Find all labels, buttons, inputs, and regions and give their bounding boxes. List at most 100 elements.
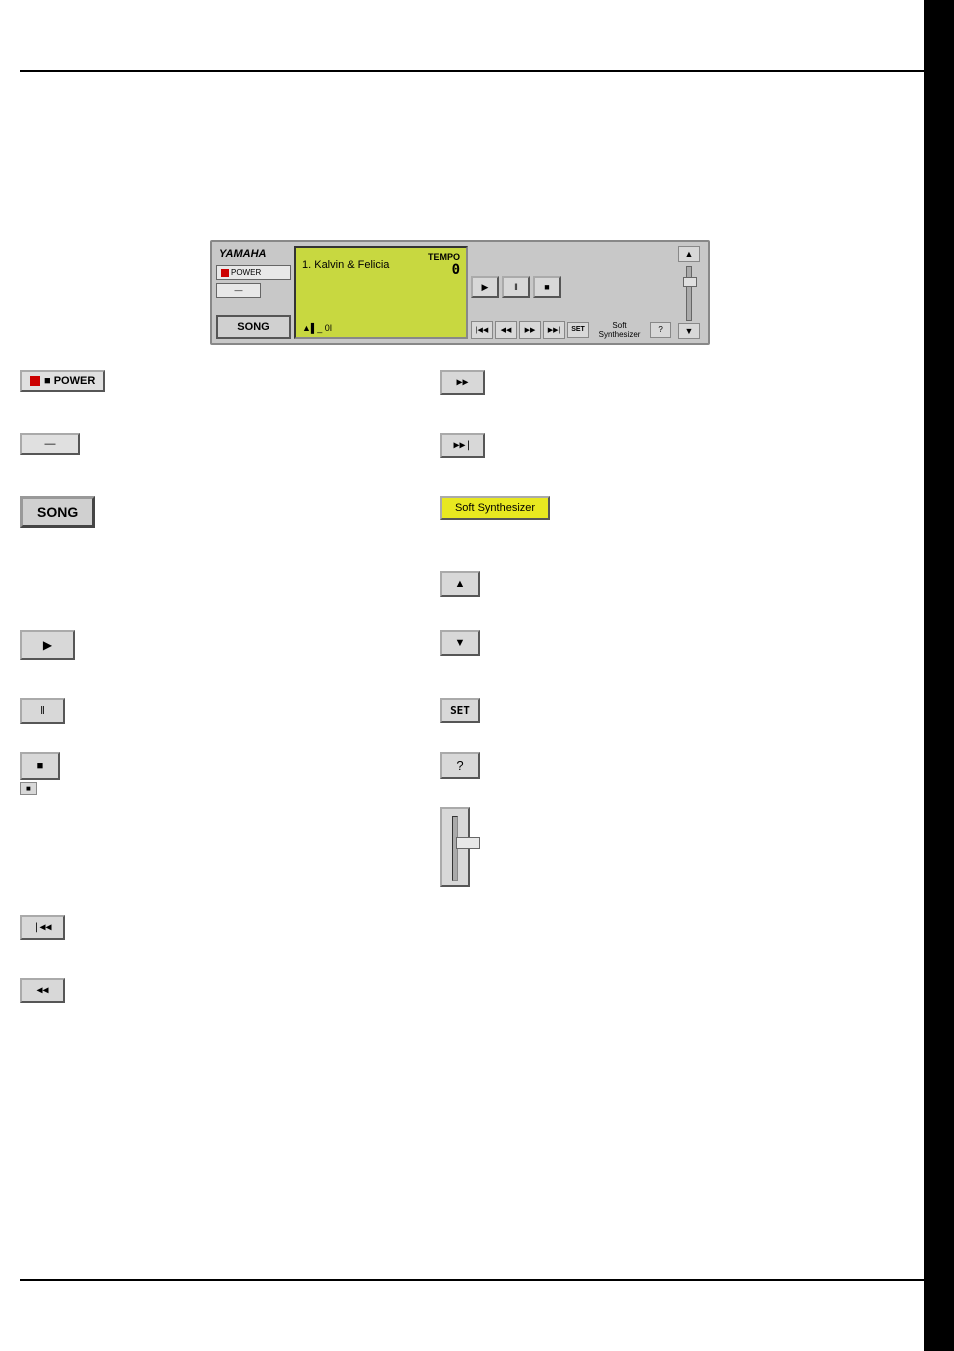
controls-top: ▶ ‖ ■ (471, 246, 671, 298)
legend-ff-item: ▶▶ (440, 370, 914, 395)
device-up-button[interactable]: ▲ (678, 246, 700, 262)
play-icon: ▶ (482, 282, 489, 293)
rew-icon: ◀◀ (501, 326, 512, 334)
legend-power-button[interactable]: ■ POWER (20, 370, 105, 392)
legend-power-item: ■ POWER (20, 370, 440, 392)
legend-dash-label: — (45, 438, 56, 450)
lcd-tempo-label: TEMPO (428, 252, 460, 262)
set-label: SET (571, 326, 585, 333)
top-rule (20, 70, 924, 72)
legend-up-item: ▲ (440, 571, 914, 597)
volume-track (686, 266, 692, 321)
slider-thumb[interactable] (456, 837, 480, 849)
legend-song-item: SONG (20, 496, 440, 528)
stop-icon-legend: ■ (37, 760, 44, 772)
volume-thumb[interactable] (683, 277, 697, 287)
help-icon: ? (658, 325, 662, 334)
device-dash-button[interactable]: — (216, 283, 261, 298)
down-icon-legend: ▼ (455, 637, 466, 649)
device-rew-button[interactable]: ◀◀ (495, 321, 517, 339)
device-song-button[interactable]: SONG (216, 315, 291, 339)
device-dash-label: — (235, 286, 243, 295)
legend-set-area: SET (440, 698, 914, 742)
legend-down-item: ▼ (440, 630, 914, 656)
legend-power-area: ■ POWER (20, 370, 440, 413)
device-controls: ▶ ‖ ■ |◀◀ ◀◀ ▶▶ (471, 246, 671, 339)
device-to-start-button[interactable]: |◀◀ (471, 321, 493, 339)
rew-icon-legend: ◀◀ (36, 985, 48, 996)
device-ff-button[interactable]: ▶▶ (519, 321, 541, 339)
lcd-tempo-area: TEMPO 0 (428, 252, 460, 278)
bottom-rule (20, 1279, 924, 1281)
soft-synth-label: Soft Synthesizer (592, 321, 647, 339)
lcd-bottom-row: ▲▌_ 0ǀ (302, 323, 460, 333)
device-play-button[interactable]: ▶ (471, 276, 499, 298)
legend-dash-button[interactable]: — (20, 433, 80, 455)
legend-power-label: ■ POWER (44, 375, 95, 387)
to-end-icon: ▶▶| (548, 326, 561, 334)
legend-play-button[interactable]: ▶ (20, 630, 75, 660)
pause-icon: ‖ (514, 282, 518, 292)
legend-soft-synth-item: Soft Synthesizer (440, 496, 914, 520)
slider-track (452, 816, 458, 881)
mini-stop-indicator[interactable]: ■ (20, 782, 37, 795)
device-to-end-button[interactable]: ▶▶| (543, 321, 565, 339)
to-start-icon-legend: |◀◀ (33, 922, 51, 933)
stop-with-indicator: ■ ■ (20, 752, 60, 795)
lcd-top-row: 1. Kalvin & Felicia TEMPO 0 (302, 252, 460, 278)
lcd-position: ▲▌_ 0ǀ (302, 323, 332, 333)
legend-up-button[interactable]: ▲ (440, 571, 480, 597)
device-right-panel: ▲ ▼ (674, 246, 704, 339)
device-left-panel: YAMAHA POWER — SONG (216, 246, 291, 339)
device-help-button[interactable]: ? (650, 322, 671, 338)
legend-volume-slider[interactable] (440, 807, 470, 887)
legend-section: ■ POWER ▶▶ — (20, 370, 914, 1041)
legend-ff-button[interactable]: ▶▶ (440, 370, 485, 395)
legend-to-start-area: |◀◀ (20, 915, 440, 958)
legend-dash-item: — (20, 433, 440, 455)
lcd-song-name: 1. Kalvin & Felicia (302, 259, 389, 271)
brand-label: YAMAHA (216, 246, 291, 262)
legend-stop-item: ■ ■ (20, 752, 440, 795)
legend-set-button[interactable]: SET (440, 698, 480, 723)
legend-to-end-area: ▶▶| (440, 433, 914, 476)
legend-rew-area: ◀◀ (20, 978, 440, 1021)
device-set-button[interactable]: SET (567, 322, 589, 338)
up-icon-legend: ▲ (455, 578, 466, 590)
legend-play-item: ▶ (20, 630, 440, 660)
lcd-display: 1. Kalvin & Felicia TEMPO 0 ▲▌_ 0ǀ (294, 246, 468, 339)
to-end-icon-legend: ▶▶| (453, 440, 471, 451)
device-power-button[interactable]: POWER (216, 265, 291, 280)
device-down-button[interactable]: ▼ (678, 323, 700, 339)
play-icon-legend: ▶ (43, 638, 52, 652)
legend-help-button[interactable]: ? (440, 752, 480, 779)
legend-rew-button[interactable]: ◀◀ (20, 978, 65, 1003)
down-arrow-icon: ▼ (685, 326, 694, 336)
soft-synth-icon-legend: Soft Synthesizer (455, 502, 535, 514)
legend-song-button[interactable]: SONG (20, 496, 95, 528)
legend-down-button[interactable]: ▼ (440, 630, 480, 656)
legend-help-item: ? (440, 752, 914, 779)
legend-soft-synth-area: Soft Synthesizer (440, 496, 914, 546)
device-song-label: SONG (237, 321, 269, 333)
to-start-icon: |◀◀ (476, 326, 489, 334)
legend-to-start-button[interactable]: |◀◀ (20, 915, 65, 940)
legend-set-item: SET (440, 698, 914, 723)
device-pause-button[interactable]: ‖ (502, 276, 530, 298)
legend-song-area: SONG (20, 496, 440, 546)
device-volume-slider[interactable] (686, 266, 692, 321)
power-indicator (221, 269, 229, 277)
legend-pause-button[interactable]: ‖ (20, 698, 65, 724)
legend-ff-area: ▶▶ (440, 370, 914, 413)
legend-to-end-item: ▶▶| (440, 433, 914, 458)
device-power-label: POWER (231, 268, 261, 277)
legend-soft-synth-button[interactable]: Soft Synthesizer (440, 496, 550, 520)
set-icon-legend: SET (450, 704, 470, 717)
yamaha-device-container: YAMAHA POWER — SONG 1. Kalvin & Felicia … (210, 240, 710, 350)
nav-buttons-row: |◀◀ ◀◀ ▶▶ ▶▶| SET (471, 321, 589, 339)
legend-pause-item: ‖ (20, 698, 440, 724)
legend-to-end-button[interactable]: ▶▶| (440, 433, 485, 458)
yamaha-device: YAMAHA POWER — SONG 1. Kalvin & Felicia … (210, 240, 710, 345)
device-stop-button[interactable]: ■ (533, 276, 561, 298)
legend-stop-button[interactable]: ■ (20, 752, 60, 780)
